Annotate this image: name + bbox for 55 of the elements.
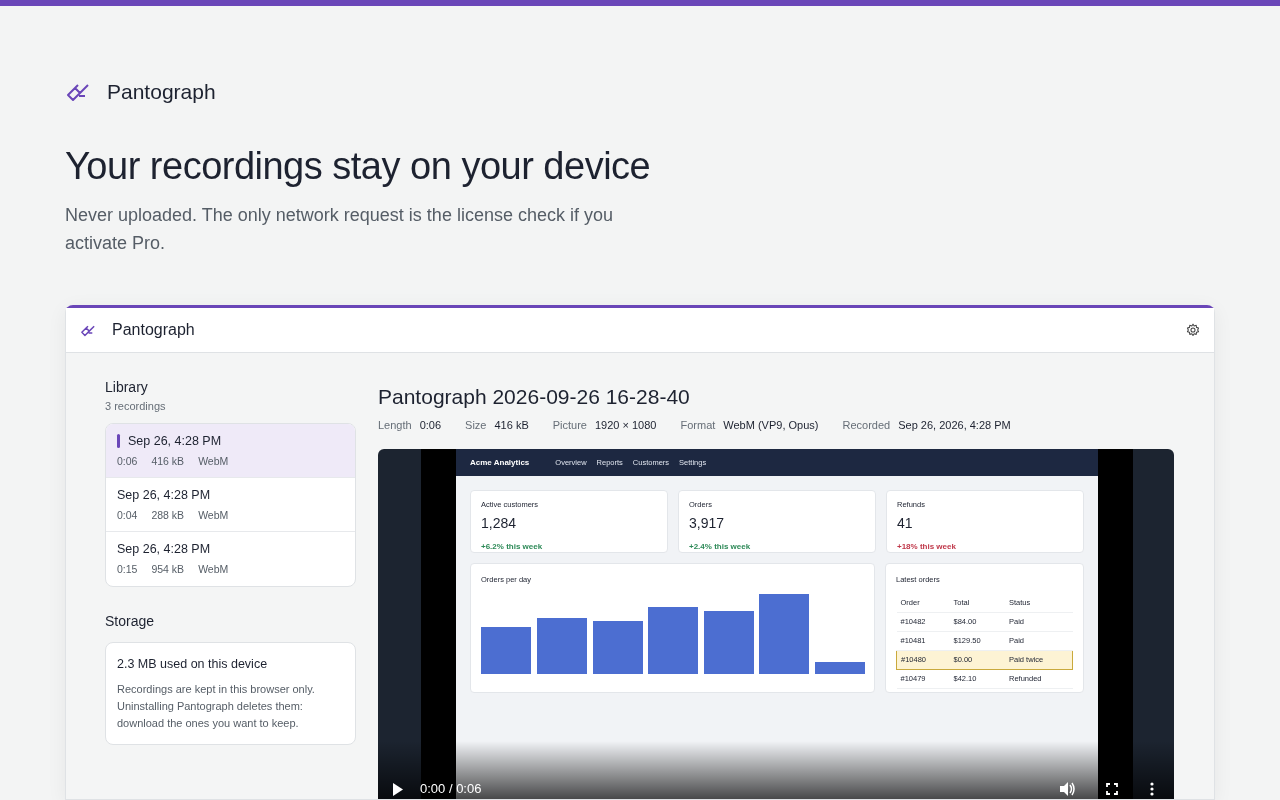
more-icon[interactable] (1150, 782, 1154, 796)
stat-delta: +2.4% this week (689, 542, 751, 552)
app-brand: Acme Analytics (470, 456, 530, 469)
settings-icon[interactable] (1186, 323, 1200, 338)
meta-label: Recorded (842, 417, 891, 433)
brand-name: Pantograph (107, 79, 216, 105)
recording-size: 954 kB (151, 562, 185, 578)
volume-icon[interactable] (1060, 782, 1076, 796)
library-item[interactable]: Sep 26, 4:28 PM 0:15 954 kB WebM (106, 531, 355, 586)
recording-format: WebM (198, 562, 229, 578)
selection-marker (117, 433, 120, 448)
recording-duration: 0:04 (117, 508, 138, 524)
meta-value: 0:06 (419, 417, 442, 433)
stat-value: 1,284 (481, 514, 518, 533)
recording-size: 288 kB (151, 508, 185, 524)
chart-bar (481, 627, 531, 675)
storage-usage: 2.3 MB used on this device (117, 655, 269, 673)
hero-subtitle: Never uploaded. The only network request is the license check if you activate Pro. (65, 204, 614, 256)
recording-date: Sep 26, 4:28 PM (117, 540, 211, 558)
recording-size: 416 kB (151, 454, 185, 470)
hero-title: Your recordings stay on your device (65, 143, 652, 189)
stat-value: 41 (897, 514, 914, 533)
meta-label: Picture (552, 417, 587, 433)
chart-bar (704, 611, 754, 675)
meta-value: WebM (VP9, Opus) (723, 417, 819, 433)
stat-delta: +6.2% this week (481, 542, 543, 552)
recording-date: Sep 26, 4:28 PM (117, 486, 211, 504)
meta-label: Format (680, 417, 716, 433)
recording-title: Pantograph 2026-09-26 16-28-40 (378, 384, 691, 411)
meta-value: 1920 × 1080 (595, 417, 657, 433)
play-icon[interactable] (392, 782, 404, 796)
chart-bar (593, 621, 643, 675)
chart-bar (815, 662, 865, 675)
meta-label: Size (465, 417, 487, 433)
storage-note: Recordings are kept in this browser only. Uninstalling Pantograph deletes them: download the ones you want to keep. (117, 682, 316, 732)
storage-heading: Storage (105, 611, 156, 631)
chart-bar (537, 618, 587, 675)
recording-date: Sep 26, 4:28 PM (128, 432, 222, 450)
stat-value: 3,917 (689, 514, 726, 533)
stat-delta: +18% this week (897, 542, 956, 552)
library-item[interactable]: Sep 26, 4:28 PM 0:04 288 kB WebM (106, 477, 355, 532)
recording-format: WebM (198, 508, 229, 524)
recording-duration: 0:06 (117, 454, 138, 470)
library-heading: Library (105, 378, 149, 398)
meta-value: 416 kB (494, 417, 529, 433)
recording-count: 3 recordings (105, 399, 167, 415)
library-item[interactable]: Sep 26, 4:28 PM 0:06 416 kB WebM (106, 423, 355, 478)
recording-duration: 0:15 (117, 562, 138, 578)
video-time: 0:00 / 0:06 (420, 780, 482, 799)
fullscreen-icon[interactable] (1106, 783, 1118, 795)
meta-label: Length (378, 417, 412, 433)
chart-bar (648, 607, 698, 675)
recording-format: WebM (198, 454, 229, 470)
meta-value: Sep 26, 2026, 4:28 PM (898, 417, 1011, 433)
app-title: Pantograph (112, 320, 195, 341)
